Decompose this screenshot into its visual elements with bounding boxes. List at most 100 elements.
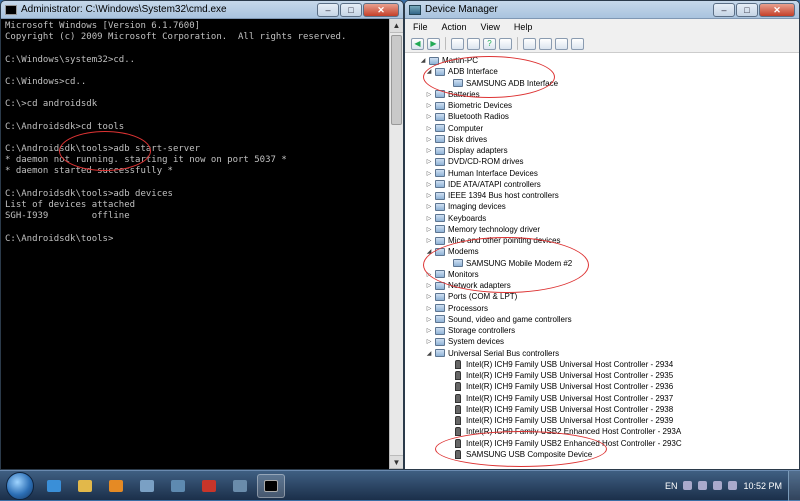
tree-node[interactable]: ◢ Modems [405,246,799,257]
expander-icon[interactable]: ▷ [425,147,433,154]
tree-node[interactable]: ▷ Keyboards [405,213,799,224]
tree-node[interactable]: Intel(R) ICH9 Family USB Universal Host … [405,359,799,370]
expander-icon[interactable]: ◢ [419,57,427,64]
expander-icon[interactable]: ▷ [425,327,433,334]
cmd-window[interactable]: Administrator: C:\Windows\System32\cmd.e… [0,0,404,470]
taskbar-cmd-icon[interactable] [257,473,285,498]
taskbar-media-icon[interactable] [102,474,130,498]
expander-icon[interactable]: ▷ [425,125,433,132]
tree-node[interactable]: ▷ IEEE 1394 Bus host controllers [405,190,799,201]
expander-icon[interactable]: ▷ [425,316,433,323]
expander-icon[interactable]: ◢ [425,68,433,75]
scroll-down-icon[interactable]: ▼ [390,455,403,469]
back-icon[interactable]: ◀ [411,37,424,50]
enable-icon[interactable] [571,37,584,50]
start-button[interactable] [6,471,34,500]
taskbar-device-manager-icon[interactable] [226,474,254,498]
tree-node[interactable]: ▷ Human Interface Devices [405,168,799,179]
clock[interactable]: 10:52 PM [743,481,782,491]
tray-network-icon[interactable] [698,481,708,490]
tree-node[interactable]: ◢ Martin-PC [405,55,799,66]
show-desktop-button[interactable] [788,470,800,501]
tree-node[interactable]: Intel(R) ICH9 Family USB Universal Host … [405,381,799,392]
taskbar-app-icon[interactable] [133,474,161,498]
tray-power-icon[interactable] [728,481,738,490]
tree-node[interactable]: ▷ Disk drives [405,134,799,145]
expander-icon[interactable]: ▷ [425,226,433,233]
scan-hardware-icon[interactable] [499,37,512,50]
minimize-button[interactable]: – [317,2,339,17]
expander-icon[interactable]: ▷ [425,237,433,244]
expander-icon[interactable]: ▷ [425,305,433,312]
tree-node[interactable]: ▷ Ports (COM & LPT) [405,291,799,302]
console-scrollbar[interactable]: ▲ ▼ [389,19,403,469]
expander-icon[interactable]: ◢ [425,350,433,357]
tree-node[interactable]: Intel(R) ICH9 Family USB Universal Host … [405,404,799,415]
tree-node[interactable]: Intel(R) ICH9 Family USB Universal Host … [405,370,799,381]
device-tree[interactable]: ◢ Martin-PC ◢ ADB Interface SAMSUNG ADB Inte… [405,53,799,469]
tree-node[interactable]: ▷ Memory technology driver [405,224,799,235]
tree-node[interactable]: ▷ System devices [405,336,799,347]
taskbar-explorer-icon[interactable] [71,474,99,498]
tree-node[interactable]: ▷ Processors [405,303,799,314]
expander-icon[interactable]: ◢ [425,248,433,255]
tree-node[interactable]: ▷ Biometric Devices [405,100,799,111]
menu-file[interactable]: File [413,22,428,32]
expander-icon[interactable]: ▷ [425,338,433,345]
taskbar-pdf-icon[interactable] [195,474,223,498]
tree-node[interactable]: ▷ Storage controllers [405,325,799,336]
tree-node[interactable]: SAMSUNG USB Composite Device [405,449,799,460]
tree-node[interactable]: ▷ Display adapters [405,145,799,156]
expander-icon[interactable]: ▷ [425,192,433,199]
tree-node[interactable]: ▷ Mice and other pointing devices [405,235,799,246]
help-icon[interactable]: ? [483,37,496,50]
expander-icon[interactable]: ▷ [425,91,433,98]
scroll-thumb[interactable] [391,35,402,125]
console-output[interactable]: Microsoft Windows [Version 6.1.7600] Copy… [1,19,389,469]
maximize-button[interactable]: □ [736,2,758,17]
maximize-button[interactable]: □ [340,2,362,17]
tray-arrow-icon[interactable] [683,481,693,490]
tree-node[interactable]: Intel(R) ICH9 Family USB Universal Host … [405,415,799,426]
expander-icon[interactable]: ▷ [425,203,433,210]
tree-node[interactable]: ▷ Sound, video and game controllers [405,314,799,325]
tree-node[interactable]: Intel(R) ICH9 Family USB Universal Host … [405,393,799,404]
tree-node[interactable]: ◢ ADB Interface [405,66,799,77]
tree-node[interactable]: Intel(R) ICH9 Family USB2 Enhanced Host … [405,438,799,449]
minimize-button[interactable]: – [713,2,735,17]
expander-icon[interactable]: ▷ [425,158,433,165]
dm-titlebar[interactable]: Device Manager – □ ✕ [405,1,799,19]
tree-node[interactable]: SAMSUNG Mobile Modem #2 [405,258,799,269]
update-driver-icon[interactable] [523,37,536,50]
close-button[interactable]: ✕ [363,2,399,17]
menu-action[interactable]: Action [442,22,467,32]
cmd-titlebar[interactable]: Administrator: C:\Windows\System32\cmd.e… [1,1,403,19]
expander-icon[interactable]: ▷ [425,215,433,222]
tree-node[interactable]: ▷ Batteries [405,89,799,100]
taskbar-ie-icon[interactable] [40,474,68,498]
device-manager-window[interactable]: Device Manager – □ ✕ File Action View He… [404,0,800,470]
expander-icon[interactable]: ▷ [425,271,433,278]
menu-help[interactable]: Help [514,22,533,32]
expander-icon[interactable]: ▷ [425,102,433,109]
tree-node[interactable]: SAMSUNG ADB Interface [405,78,799,89]
expander-icon[interactable]: ▷ [425,293,433,300]
tree-node[interactable]: ◢ Universal Serial Bus controllers [405,348,799,359]
expander-icon[interactable]: ▷ [425,136,433,143]
tree-node[interactable]: ▷ Network adapters [405,280,799,291]
close-button[interactable]: ✕ [759,2,795,17]
tree-node[interactable]: ▷ Imaging devices [405,201,799,212]
expander-icon[interactable]: ▷ [425,181,433,188]
taskbar-network-icon[interactable] [164,474,192,498]
properties-icon[interactable] [467,37,480,50]
forward-icon[interactable]: ▶ [427,37,440,50]
tree-node[interactable]: ▷ Bluetooth Radios [405,111,799,122]
language-indicator[interactable]: EN [665,481,678,491]
tree-node[interactable]: ▷ Computer [405,123,799,134]
scroll-up-icon[interactable]: ▲ [390,19,403,33]
tree-node[interactable]: ▷ Monitors [405,269,799,280]
tree-node[interactable]: ▷ DVD/CD-ROM drives [405,156,799,167]
uninstall-icon[interactable] [539,37,552,50]
expander-icon[interactable]: ▷ [425,282,433,289]
expander-icon[interactable]: ▷ [425,170,433,177]
